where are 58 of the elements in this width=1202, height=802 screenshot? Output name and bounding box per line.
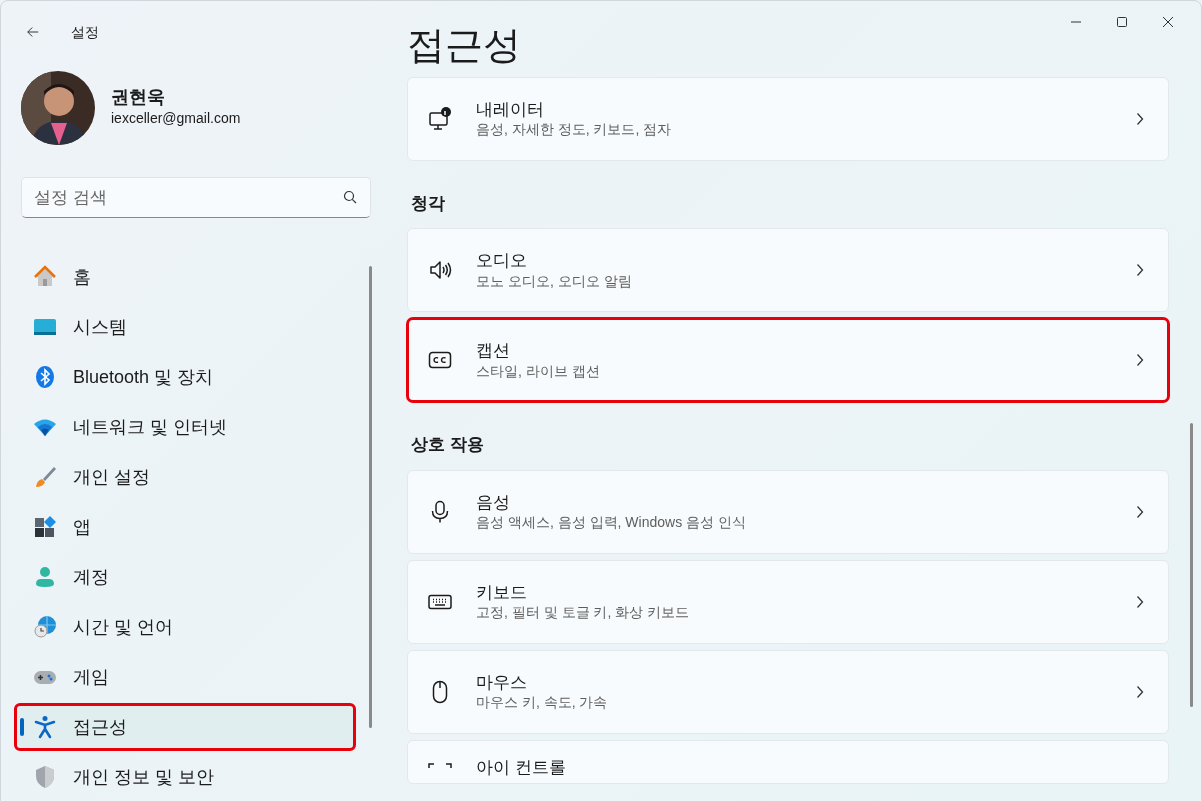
chevron-right-icon	[1136, 684, 1144, 699]
card-subtitle: 스타일, 라이브 캡션	[476, 361, 601, 380]
sidebar-item[interactable]: 접근성	[15, 704, 355, 750]
section-heading: 상호 작용	[411, 434, 485, 457]
window-title: 설정	[71, 22, 99, 42]
page-title: 접근성	[407, 23, 522, 68]
settings-card[interactable]: 마우스 마우스 키, 속도, 가속	[407, 649, 1169, 734]
sidebar-item[interactable]: Bluetooth 및 장치	[15, 354, 355, 400]
sidebar-item[interactable]: 시간 및 언어	[15, 604, 355, 650]
eye-icon	[428, 762, 452, 769]
apps-icon	[33, 515, 57, 539]
sidebar-item[interactable]: 개인 설정	[15, 454, 355, 500]
user-name: 권현욱	[111, 86, 166, 109]
settings-card[interactable]: 오디오 모노 오디오, 오디오 알림	[407, 228, 1169, 313]
search-field[interactable]: 설정 검색	[21, 177, 371, 218]
sidebar-item[interactable]: 게임	[15, 654, 355, 700]
settings-card[interactable]: 키보드 고정, 필터 및 토글 키, 화상 키보드	[407, 559, 1169, 644]
chevron-right-icon	[1136, 594, 1144, 609]
settings-card[interactable]: 아이 컨트롤	[407, 739, 1169, 784]
card-subtitle: 모노 오디오, 오디오 알림	[476, 271, 633, 290]
back-arrow-icon	[27, 25, 39, 39]
accessibility-icon	[33, 715, 57, 739]
chevron-right-icon	[1136, 263, 1144, 278]
card-title: 음성	[476, 491, 511, 514]
sidebar-item[interactable]: 홈	[15, 254, 355, 300]
settings-card[interactable]: 음성 음성 액세스, 음성 입력, Windows 음성 인식	[407, 469, 1169, 554]
close-icon	[1162, 16, 1174, 28]
sidebar-item[interactable]: 앱	[15, 504, 355, 550]
chevron-right-icon	[1136, 353, 1144, 368]
paintbrush-icon	[33, 465, 57, 489]
sidebar-item[interactable]: 개인 정보 및 보안	[15, 754, 355, 800]
monitor-speech-icon	[428, 106, 452, 131]
card-title: 오디오	[476, 250, 528, 272]
search-icon	[343, 190, 357, 204]
house-icon	[33, 265, 57, 289]
card-title: 아이 컨트롤	[476, 756, 567, 778]
person-icon	[33, 565, 57, 589]
card-title: 내레이터	[476, 98, 545, 121]
card-subtitle: 고정, 필터 및 토글 키, 화상 키보드	[476, 603, 691, 622]
settings-card[interactable]: 내레이터 음성, 자세한 정도, 키보드, 점자	[407, 76, 1169, 161]
card-subtitle: 음성 액세스, 음성 입력, Windows 음성 인식	[476, 513, 747, 532]
card-subtitle: 음성, 자세한 정도, 키보드, 점자	[476, 120, 673, 139]
sidebar-item[interactable]: 시스템	[15, 304, 355, 350]
card-title: 캡션	[476, 340, 511, 362]
chevron-right-icon	[1136, 111, 1144, 126]
card-title: 키보드	[476, 581, 528, 604]
bluetooth-icon	[33, 365, 57, 389]
card-subtitle: 마우스 키, 속도, 가속	[476, 693, 609, 712]
section-heading: 청각	[411, 192, 446, 215]
shield-icon	[33, 765, 57, 789]
user-email: iexceller@gmail.com	[111, 109, 241, 129]
card-title: 마우스	[476, 671, 528, 694]
globe-clock-icon	[33, 615, 57, 639]
chevron-right-icon	[1136, 504, 1144, 519]
sidebar-item[interactable]: 네트워크 및 인터넷	[15, 404, 355, 450]
settings-card[interactable]: 캡션 스타일, 라이브 캡션	[407, 318, 1169, 403]
maximize-icon	[1116, 16, 1128, 28]
sidebar-item[interactable]: 계정	[15, 554, 355, 600]
